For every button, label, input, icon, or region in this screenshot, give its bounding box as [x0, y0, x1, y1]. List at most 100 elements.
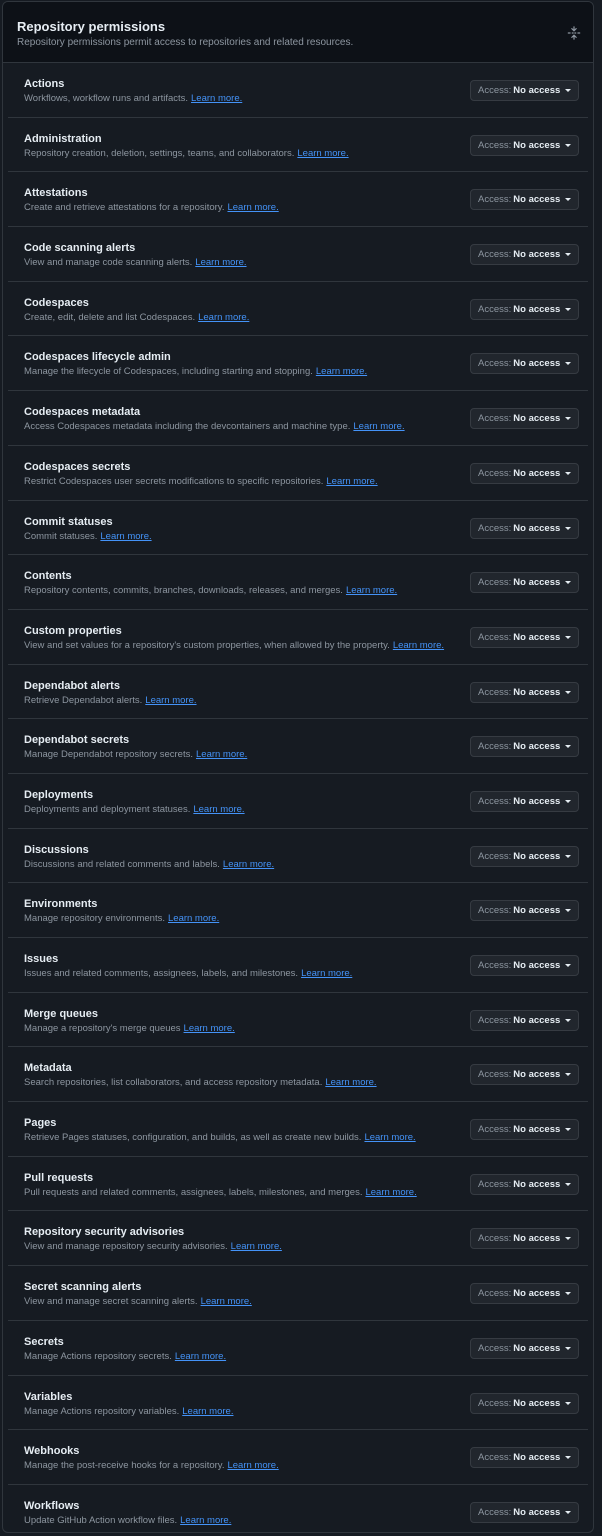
access-dropdown[interactable]: Access: No access: [470, 1283, 579, 1305]
learn-more-link[interactable]: Learn more.: [182, 1406, 233, 1417]
permission-row-merge-queues: Merge queues Manage a repository's merge…: [8, 993, 588, 1048]
access-dropdown[interactable]: Access: No access: [470, 1392, 579, 1414]
permission-description: Restrict Codespaces user secrets modific…: [24, 476, 378, 488]
learn-more-link[interactable]: Learn more.: [326, 476, 377, 487]
learn-more-link[interactable]: Learn more.: [100, 531, 151, 542]
access-dropdown[interactable]: Access: No access: [470, 681, 579, 703]
access-value: No access: [513, 905, 561, 917]
panel-title: Repository permissions: [17, 19, 166, 34]
permission-row-codespaces-metadata: Codespaces metadata Access Codespaces me…: [8, 391, 588, 446]
learn-more-link[interactable]: Learn more.: [297, 148, 348, 159]
permission-description: Commit statuses. Learn more.: [24, 531, 152, 543]
access-value: No access: [513, 467, 561, 479]
caret-down-icon: [565, 143, 571, 147]
permission-row-custom-properties: Custom properties View and set values fo…: [8, 610, 588, 665]
access-dropdown[interactable]: Access: No access: [470, 1501, 579, 1523]
permission-description-text: Repository creation, deletion, settings,…: [24, 147, 295, 159]
learn-more-link[interactable]: Learn more.: [145, 695, 196, 706]
access-label: Access:: [478, 413, 512, 425]
access-label: Access:: [478, 960, 512, 971]
learn-more-link[interactable]: Learn more.: [227, 1460, 278, 1471]
learn-more-link[interactable]: Learn more.: [198, 312, 249, 323]
access-dropdown[interactable]: Access: No access: [470, 1064, 579, 1086]
fold-icon[interactable]: [567, 26, 581, 40]
learn-more-link[interactable]: Learn more.: [231, 1241, 282, 1252]
access-dropdown[interactable]: Access: No access: [470, 189, 579, 211]
caret-down-icon: [565, 909, 571, 913]
permission-description-text: Retrieve Dependabot alerts.: [24, 694, 143, 706]
learn-more-link[interactable]: Learn more.: [301, 968, 352, 979]
access-dropdown[interactable]: Access: No access: [470, 1228, 579, 1250]
caret-down-icon: [565, 1292, 571, 1296]
learn-more-link[interactable]: Learn more.: [364, 1132, 415, 1143]
access-dropdown[interactable]: Access: No access: [470, 462, 579, 484]
caret-down-icon: [565, 1346, 571, 1350]
caret-down-icon: [565, 1073, 571, 1077]
learn-more-link[interactable]: Learn more.: [201, 1296, 252, 1307]
access-value: No access: [513, 1506, 561, 1518]
learn-more-link[interactable]: Learn more.: [175, 1351, 226, 1362]
permission-description-text: Create and retrieve attestations for a r…: [24, 202, 225, 214]
learn-more-link[interactable]: Learn more.: [365, 1187, 416, 1198]
access-dropdown[interactable]: Access: No access: [470, 955, 579, 976]
permission-description: Create, edit, delete and list Codespaces…: [24, 312, 249, 324]
access-dropdown[interactable]: Access: No access: [470, 626, 579, 648]
learn-more-link[interactable]: Learn more.: [193, 804, 244, 815]
learn-more-link[interactable]: Learn more.: [191, 93, 242, 104]
permission-description: View and manage secret scanning alerts. L…: [24, 1296, 252, 1308]
permission-description-text: Workflows, workflow runs and artifacts.: [24, 93, 189, 104]
permission-description-text: Manage the post-receive hooks for a repo…: [24, 1460, 225, 1472]
caret-down-icon: [565, 745, 571, 749]
access-dropdown[interactable]: Access: No access: [470, 572, 579, 594]
access-label: Access:: [478, 467, 512, 479]
permission-description-text: Commit statuses.: [24, 530, 98, 542]
access-dropdown[interactable]: Access: No access: [470, 353, 579, 375]
permission-name: Deployments: [24, 788, 94, 801]
access-dropdown[interactable]: Access: No access: [470, 80, 579, 101]
access-value: No access: [513, 413, 561, 425]
access-dropdown[interactable]: Access: No access: [470, 244, 579, 266]
access-dropdown[interactable]: Access: No access: [470, 1173, 579, 1195]
access-dropdown[interactable]: Access: No access: [470, 900, 579, 922]
access-dropdown[interactable]: Access: No access: [470, 298, 579, 320]
permission-row-codespaces-secrets: Codespaces secrets Restrict Codespaces u…: [8, 446, 588, 501]
permission-name: Attestations: [24, 187, 88, 200]
permission-row-pull-requests: Pull requests Pull requests and related …: [8, 1157, 588, 1212]
access-label: Access:: [478, 139, 512, 151]
learn-more-link[interactable]: Learn more.: [353, 421, 404, 432]
permission-description: Repository creation, deletion, settings,…: [24, 148, 349, 160]
permission-row-attestations: Attestations Create and retrieve attesta…: [8, 172, 588, 228]
access-dropdown[interactable]: Access: No access: [470, 790, 579, 812]
learn-more-link[interactable]: Learn more.: [195, 257, 246, 268]
permission-name: Codespaces metadata: [24, 406, 141, 419]
learn-more-link[interactable]: Learn more.: [346, 585, 397, 596]
caret-down-icon: [565, 635, 571, 639]
access-dropdown[interactable]: Access: No access: [470, 845, 579, 867]
repository-permissions-panel: Repository permissions Repository permis…: [2, 1, 594, 1533]
learn-more-link[interactable]: Learn more.: [180, 1515, 231, 1526]
access-dropdown[interactable]: Access: No access: [470, 1447, 579, 1469]
learn-more-link[interactable]: Learn more.: [325, 1077, 376, 1088]
access-value: No access: [513, 1124, 561, 1136]
access-dropdown[interactable]: Access: No access: [470, 408, 579, 430]
permission-row-actions: Actions Workflows, workflow runs and art…: [8, 63, 588, 118]
learn-more-link[interactable]: Learn more.: [168, 913, 219, 924]
permission-name: Environments: [24, 898, 98, 911]
access-label: Access:: [478, 1506, 512, 1518]
learn-more-link[interactable]: Learn more.: [316, 366, 367, 377]
permission-row-dependabot-alerts: Dependabot alerts Retrieve Dependabot al…: [8, 665, 588, 720]
access-dropdown[interactable]: Access: No access: [470, 517, 579, 539]
access-dropdown[interactable]: Access: No access: [470, 1119, 579, 1141]
learn-more-link[interactable]: Learn more.: [196, 749, 247, 760]
access-dropdown[interactable]: Access: No access: [470, 736, 579, 758]
learn-more-link[interactable]: Learn more.: [223, 859, 274, 870]
permission-name: Metadata: [24, 1062, 72, 1075]
caret-down-icon: [565, 1128, 571, 1132]
access-dropdown[interactable]: Access: No access: [470, 134, 579, 156]
learn-more-link[interactable]: Learn more.: [393, 640, 444, 651]
caret-down-icon: [565, 471, 571, 475]
access-dropdown[interactable]: Access: No access: [470, 1009, 579, 1031]
learn-more-link[interactable]: Learn more.: [227, 202, 278, 213]
access-dropdown[interactable]: Access: No access: [470, 1337, 579, 1359]
learn-more-link[interactable]: Learn more.: [184, 1023, 235, 1034]
